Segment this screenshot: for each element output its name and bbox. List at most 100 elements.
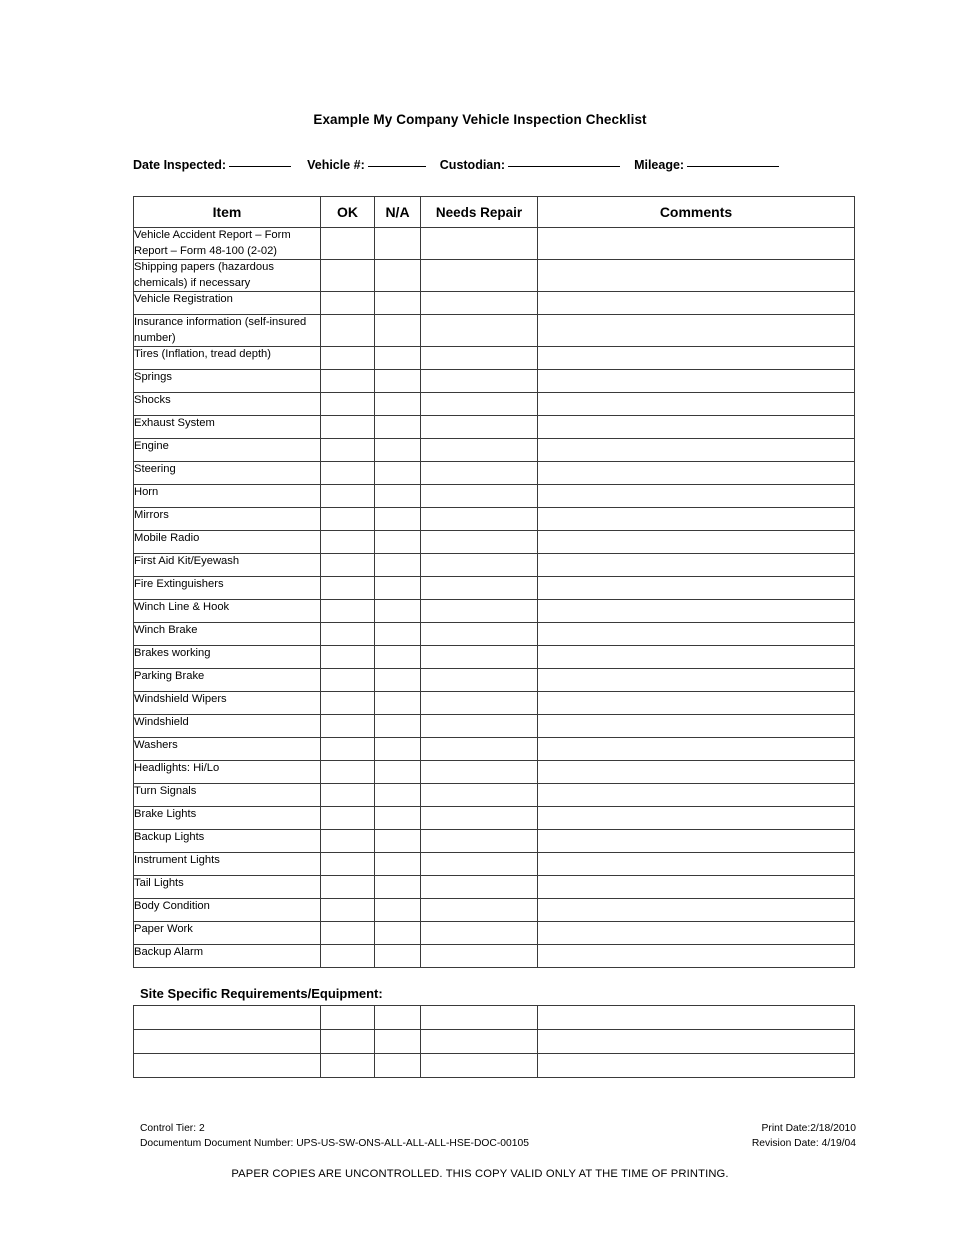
cell-comments-input[interactable] xyxy=(537,875,855,899)
cell-ok-checkbox[interactable] xyxy=(320,622,375,646)
cell-comments-input[interactable] xyxy=(537,691,855,715)
field-custodian-rule[interactable] xyxy=(508,166,621,167)
cell-na-checkbox[interactable] xyxy=(374,829,421,853)
cell-ok-checkbox[interactable] xyxy=(320,392,375,416)
cell-needs-repair-checkbox[interactable] xyxy=(420,599,538,623)
site-cell-needs-repair-checkbox[interactable] xyxy=(420,1053,538,1078)
site-cell-comments-input[interactable] xyxy=(537,1053,855,1078)
cell-needs-repair-checkbox[interactable] xyxy=(420,645,538,669)
cell-needs-repair-checkbox[interactable] xyxy=(420,829,538,853)
site-cell-na-checkbox[interactable] xyxy=(374,1053,421,1078)
cell-comments-input[interactable] xyxy=(537,783,855,807)
cell-comments-input[interactable] xyxy=(537,259,855,292)
cell-comments-input[interactable] xyxy=(537,944,855,968)
cell-comments-input[interactable] xyxy=(537,737,855,761)
cell-na-checkbox[interactable] xyxy=(374,806,421,830)
site-cell-item-input[interactable] xyxy=(133,1053,321,1078)
cell-needs-repair-checkbox[interactable] xyxy=(420,346,538,370)
field-vehicle-number[interactable]: Vehicle #: xyxy=(307,158,426,172)
cell-comments-input[interactable] xyxy=(537,599,855,623)
cell-na-checkbox[interactable] xyxy=(374,783,421,807)
cell-na-checkbox[interactable] xyxy=(374,530,421,554)
field-mileage-rule[interactable] xyxy=(687,166,780,167)
cell-needs-repair-checkbox[interactable] xyxy=(420,227,538,260)
cell-comments-input[interactable] xyxy=(537,369,855,393)
cell-na-checkbox[interactable] xyxy=(374,259,421,292)
cell-comments-input[interactable] xyxy=(537,346,855,370)
cell-na-checkbox[interactable] xyxy=(374,898,421,922)
cell-ok-checkbox[interactable] xyxy=(320,530,375,554)
cell-ok-checkbox[interactable] xyxy=(320,829,375,853)
cell-comments-input[interactable] xyxy=(537,645,855,669)
cell-needs-repair-checkbox[interactable] xyxy=(420,291,538,315)
cell-na-checkbox[interactable] xyxy=(374,576,421,600)
cell-needs-repair-checkbox[interactable] xyxy=(420,507,538,531)
cell-na-checkbox[interactable] xyxy=(374,369,421,393)
cell-na-checkbox[interactable] xyxy=(374,392,421,416)
cell-needs-repair-checkbox[interactable] xyxy=(420,622,538,646)
cell-ok-checkbox[interactable] xyxy=(320,898,375,922)
cell-needs-repair-checkbox[interactable] xyxy=(420,760,538,784)
cell-needs-repair-checkbox[interactable] xyxy=(420,314,538,347)
cell-ok-checkbox[interactable] xyxy=(320,921,375,945)
site-cell-na-checkbox[interactable] xyxy=(374,1005,421,1030)
cell-ok-checkbox[interactable] xyxy=(320,852,375,876)
cell-na-checkbox[interactable] xyxy=(374,852,421,876)
site-cell-comments-input[interactable] xyxy=(537,1029,855,1054)
cell-comments-input[interactable] xyxy=(537,760,855,784)
cell-ok-checkbox[interactable] xyxy=(320,714,375,738)
cell-comments-input[interactable] xyxy=(537,576,855,600)
site-cell-ok-checkbox[interactable] xyxy=(320,1029,375,1054)
cell-comments-input[interactable] xyxy=(537,392,855,416)
cell-ok-checkbox[interactable] xyxy=(320,461,375,485)
site-cell-ok-checkbox[interactable] xyxy=(320,1053,375,1078)
cell-needs-repair-checkbox[interactable] xyxy=(420,438,538,462)
cell-ok-checkbox[interactable] xyxy=(320,369,375,393)
cell-comments-input[interactable] xyxy=(537,507,855,531)
cell-ok-checkbox[interactable] xyxy=(320,314,375,347)
cell-needs-repair-checkbox[interactable] xyxy=(420,806,538,830)
cell-na-checkbox[interactable] xyxy=(374,875,421,899)
cell-comments-input[interactable] xyxy=(537,714,855,738)
cell-comments-input[interactable] xyxy=(537,898,855,922)
cell-comments-input[interactable] xyxy=(537,829,855,853)
cell-needs-repair-checkbox[interactable] xyxy=(420,691,538,715)
cell-ok-checkbox[interactable] xyxy=(320,760,375,784)
cell-na-checkbox[interactable] xyxy=(374,599,421,623)
cell-na-checkbox[interactable] xyxy=(374,415,421,439)
cell-na-checkbox[interactable] xyxy=(374,668,421,692)
field-date-inspected-rule[interactable] xyxy=(229,166,292,167)
cell-needs-repair-checkbox[interactable] xyxy=(420,875,538,899)
cell-ok-checkbox[interactable] xyxy=(320,553,375,577)
cell-na-checkbox[interactable] xyxy=(374,314,421,347)
cell-needs-repair-checkbox[interactable] xyxy=(420,898,538,922)
cell-na-checkbox[interactable] xyxy=(374,645,421,669)
cell-ok-checkbox[interactable] xyxy=(320,737,375,761)
cell-na-checkbox[interactable] xyxy=(374,714,421,738)
site-cell-needs-repair-checkbox[interactable] xyxy=(420,1005,538,1030)
cell-needs-repair-checkbox[interactable] xyxy=(420,415,538,439)
cell-needs-repair-checkbox[interactable] xyxy=(420,392,538,416)
site-cell-na-checkbox[interactable] xyxy=(374,1029,421,1054)
cell-comments-input[interactable] xyxy=(537,438,855,462)
cell-na-checkbox[interactable] xyxy=(374,553,421,577)
cell-ok-checkbox[interactable] xyxy=(320,259,375,292)
site-cell-needs-repair-checkbox[interactable] xyxy=(420,1029,538,1054)
cell-needs-repair-checkbox[interactable] xyxy=(420,530,538,554)
cell-comments-input[interactable] xyxy=(537,668,855,692)
field-mileage[interactable]: Mileage: xyxy=(634,158,780,172)
cell-comments-input[interactable] xyxy=(537,484,855,508)
cell-ok-checkbox[interactable] xyxy=(320,691,375,715)
cell-na-checkbox[interactable] xyxy=(374,737,421,761)
cell-ok-checkbox[interactable] xyxy=(320,438,375,462)
cell-ok-checkbox[interactable] xyxy=(320,415,375,439)
cell-needs-repair-checkbox[interactable] xyxy=(420,259,538,292)
cell-ok-checkbox[interactable] xyxy=(320,806,375,830)
cell-needs-repair-checkbox[interactable] xyxy=(420,369,538,393)
cell-needs-repair-checkbox[interactable] xyxy=(420,576,538,600)
cell-comments-input[interactable] xyxy=(537,461,855,485)
cell-ok-checkbox[interactable] xyxy=(320,645,375,669)
cell-na-checkbox[interactable] xyxy=(374,227,421,260)
cell-needs-repair-checkbox[interactable] xyxy=(420,944,538,968)
cell-na-checkbox[interactable] xyxy=(374,346,421,370)
